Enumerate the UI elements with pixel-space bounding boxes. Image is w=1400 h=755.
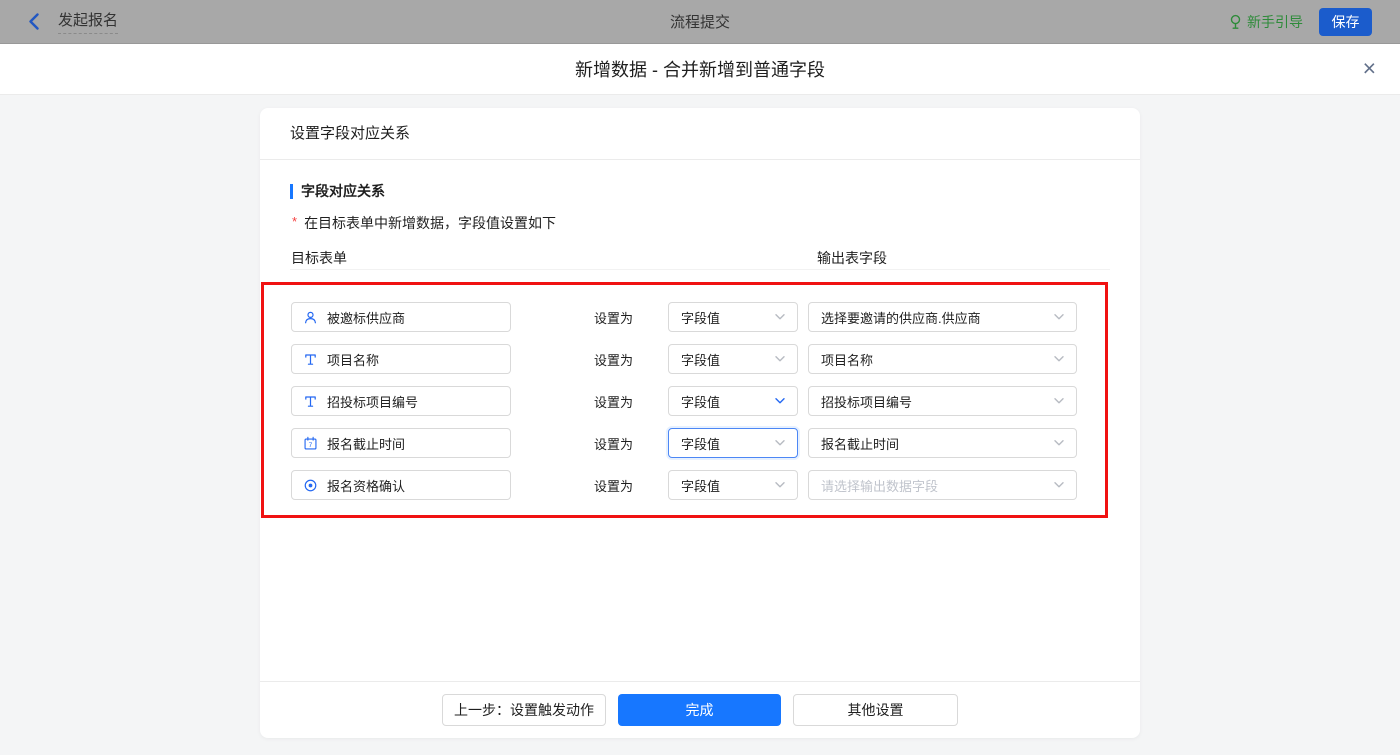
target-field-label: 被邀标供应商: [327, 308, 405, 327]
section-accent-bar: [290, 184, 293, 199]
mapping-row: 招投标项目编号 设置为 字段值 招投标项目编号: [290, 380, 1110, 422]
output-field-select[interactable]: 选择要邀请的供应商.供应商: [808, 302, 1077, 332]
user-icon: [303, 310, 318, 325]
chevron-down-icon: [775, 314, 785, 320]
target-field-label: 项目名称: [327, 350, 379, 369]
value-mode-text: 字段值: [681, 434, 720, 453]
output-field-text: 招投标项目编号: [821, 392, 912, 411]
chevron-down-icon: [775, 482, 785, 488]
mapping-row: 报名资格确认 设置为 字段值 请选择输出数据字段: [290, 464, 1110, 506]
other-settings-button[interactable]: 其他设置: [793, 694, 958, 726]
text-icon: [303, 352, 318, 367]
set-as-label: 设置为: [594, 434, 635, 453]
target-field-box: 招投标项目编号: [291, 386, 511, 416]
back-button[interactable]: 发起报名: [28, 9, 118, 34]
guide-pin-icon: [1229, 14, 1242, 30]
section-title: 字段对应关系: [301, 181, 385, 201]
field-mapping-panel: 设置字段对应关系 字段对应关系 * 在目标表单中新增数据，字段值设置如下 目标表…: [260, 108, 1140, 738]
value-mode-select[interactable]: 字段值: [668, 386, 798, 416]
value-mode-select[interactable]: 字段值: [668, 470, 798, 500]
close-icon[interactable]: ×: [1363, 57, 1376, 80]
column-headers: 目标表单 输出表字段: [290, 247, 1110, 270]
chevron-down-icon: [775, 356, 785, 362]
target-field-box: 报名截止时间: [291, 428, 511, 458]
topbar-actions: 新手引导 保存: [1229, 8, 1372, 36]
modal-header: 新增数据 - 合并新增到普通字段 ×: [0, 44, 1400, 95]
chevron-down-icon: [1054, 440, 1064, 446]
target-field-label: 报名资格确认: [327, 476, 405, 495]
chevron-down-icon: [1054, 314, 1064, 320]
panel-title: 设置字段对应关系: [260, 108, 1140, 160]
target-field-box: 项目名称: [291, 344, 511, 374]
output-field-select[interactable]: 招投标项目编号: [808, 386, 1077, 416]
output-field-select[interactable]: 项目名称: [808, 344, 1077, 374]
previous-step-button[interactable]: 上一步：设置触发动作: [442, 694, 606, 726]
output-field-text: 选择要邀请的供应商.供应商: [821, 308, 981, 327]
value-mode-text: 字段值: [681, 476, 720, 495]
guide-label: 新手引导: [1247, 12, 1303, 32]
column-output-field: 输出表字段: [817, 248, 887, 268]
save-button[interactable]: 保存: [1319, 8, 1372, 36]
chevron-down-icon: [775, 398, 785, 404]
top-bar: 发起报名 流程提交 新手引导 保存: [0, 0, 1400, 44]
output-field-text: 报名截止时间: [821, 434, 899, 453]
value-mode-select[interactable]: 字段值: [668, 302, 798, 332]
value-mode-select[interactable]: 字段值: [668, 344, 798, 374]
chevron-down-icon: [775, 440, 785, 446]
done-button[interactable]: 完成: [618, 694, 781, 726]
mapping-rows: 被邀标供应商 设置为 字段值 选择要邀请的供应商.供应商: [290, 296, 1110, 506]
set-as-label: 设置为: [594, 476, 635, 495]
beginner-guide-link[interactable]: 新手引导: [1229, 12, 1303, 32]
mapping-row: 报名截止时间 设置为 字段值 报名截止时间: [290, 422, 1110, 464]
output-field-select[interactable]: 报名截止时间: [808, 428, 1077, 458]
modal-title: 新增数据 - 合并新增到普通字段: [575, 56, 825, 82]
required-asterisk: *: [292, 213, 297, 231]
radio-icon: [303, 478, 318, 493]
mapping-row: 项目名称 设置为 字段值 项目名称: [290, 338, 1110, 380]
instruction-text: 在目标表单中新增数据，字段值设置如下: [304, 213, 556, 233]
value-mode-text: 字段值: [681, 308, 720, 327]
set-as-label: 设置为: [594, 308, 635, 327]
set-as-label: 设置为: [594, 350, 635, 369]
value-mode-text: 字段值: [681, 350, 720, 369]
instruction-line: * 在目标表单中新增数据，字段值设置如下: [290, 213, 1110, 233]
topbar-title: 流程提交: [670, 11, 730, 32]
chevron-down-icon: [1054, 398, 1064, 404]
modal-body: 设置字段对应关系 字段对应关系 * 在目标表单中新增数据，字段值设置如下 目标表…: [0, 95, 1400, 755]
target-field-box: 报名资格确认: [291, 470, 511, 500]
panel-content: 字段对应关系 * 在目标表单中新增数据，字段值设置如下 目标表单 输出表字段 被…: [260, 181, 1140, 506]
column-target-form: 目标表单: [291, 248, 347, 268]
output-field-select[interactable]: 请选择输出数据字段: [808, 470, 1077, 500]
set-as-label: 设置为: [594, 392, 635, 411]
chevron-down-icon: [1054, 356, 1064, 362]
target-field-label: 招投标项目编号: [327, 392, 418, 411]
section-head: 字段对应关系: [290, 181, 1110, 201]
flow-name[interactable]: 发起报名: [58, 9, 118, 34]
calendar-icon: [303, 436, 318, 451]
value-mode-text: 字段值: [681, 392, 720, 411]
target-field-box: 被邀标供应商: [291, 302, 511, 332]
mapping-row: 被邀标供应商 设置为 字段值 选择要邀请的供应商.供应商: [290, 296, 1110, 338]
target-field-label: 报名截止时间: [327, 434, 405, 453]
text-icon: [303, 394, 318, 409]
panel-footer: 上一步：设置触发动作 完成 其他设置: [260, 681, 1140, 738]
output-field-text: 项目名称: [821, 350, 873, 369]
back-chevron-icon: [28, 13, 39, 30]
chevron-down-icon: [1054, 482, 1064, 488]
output-field-placeholder: 请选择输出数据字段: [821, 476, 938, 495]
value-mode-select[interactable]: 字段值: [668, 428, 798, 458]
